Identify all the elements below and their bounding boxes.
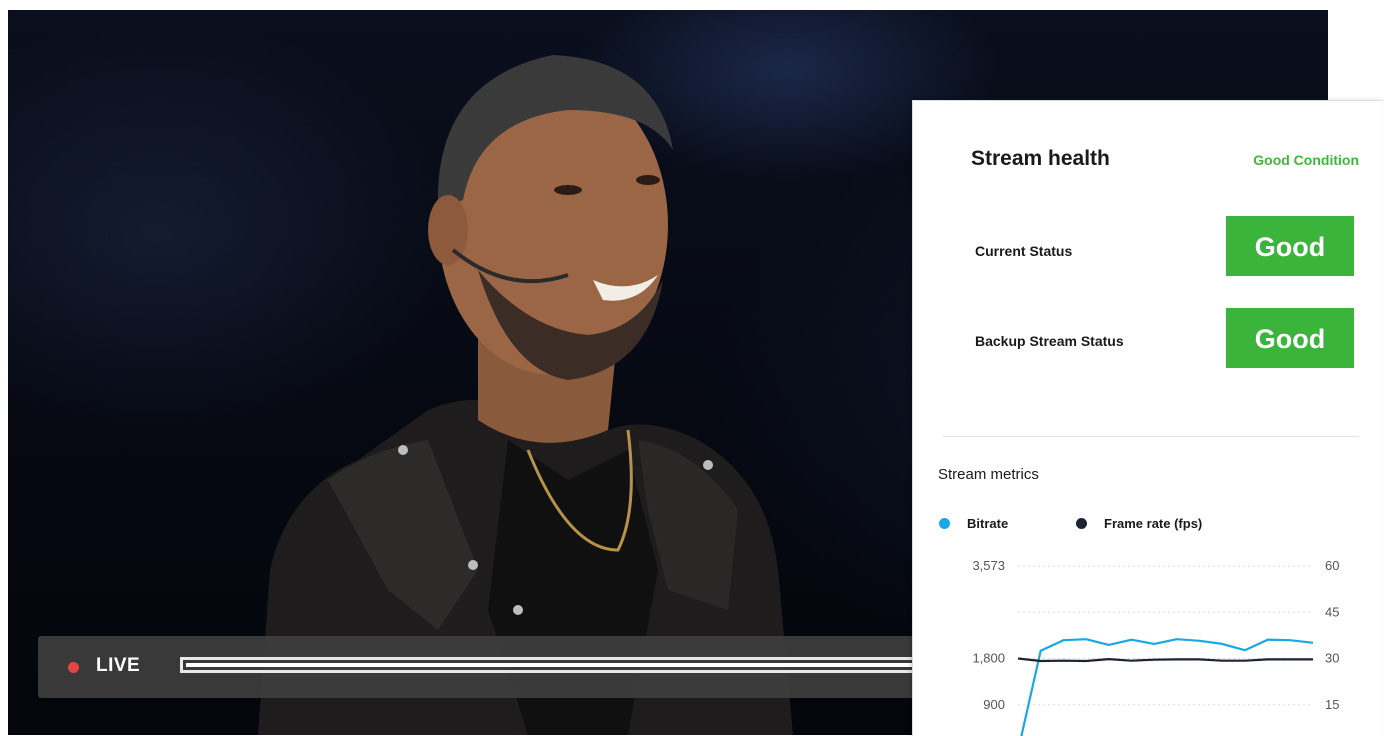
live-label: LIVE (96, 655, 141, 676)
frame-rate-line (1017, 657, 1313, 663)
bitrate-line (1020, 638, 1314, 736)
stream-health-panel: Stream health Good Condition Current Sta… (912, 100, 1383, 736)
stream-metrics-chart: 3,5731,8009000604530150 (972, 558, 1339, 736)
y-right-tick-label: 15 (1325, 697, 1339, 712)
y-left-tick-label: 1,800 (972, 651, 1005, 666)
y-right-tick-label: 60 (1325, 558, 1339, 573)
progress-bar-fill (186, 663, 940, 667)
y-left-tick-label: 3,573 (972, 558, 1005, 573)
y-left-tick-label: 900 (983, 697, 1005, 712)
y-right-tick-label: 45 (1325, 604, 1339, 619)
y-right-tick-label: 30 (1325, 651, 1339, 666)
live-indicator-icon (68, 662, 79, 673)
